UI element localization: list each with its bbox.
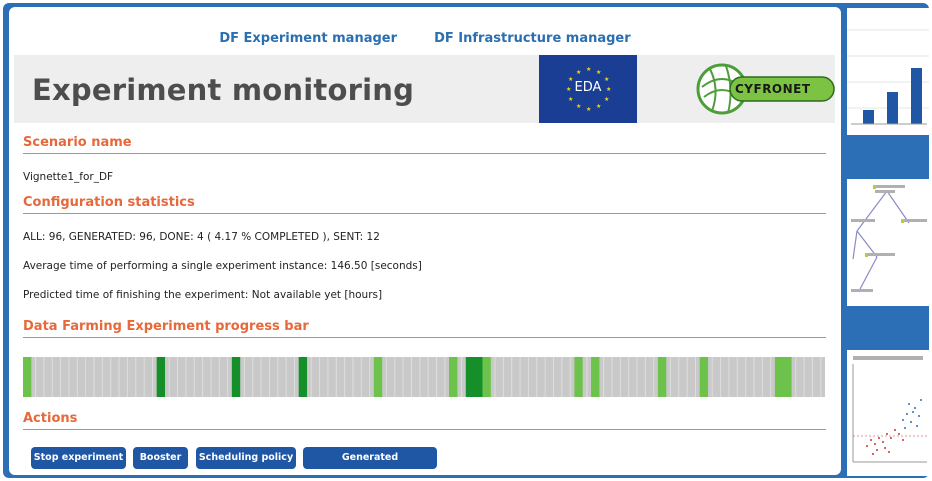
progress-bar	[23, 357, 825, 397]
nav-link-infrastructure-manager[interactable]: DF Infrastructure manager	[434, 31, 631, 46]
svg-text:★: ★	[576, 103, 581, 110]
progress-segment-done	[156, 357, 166, 397]
decision-tree-thumbnail-image	[851, 185, 927, 292]
main-panel: DF Experiment manager DF Infrastructure …	[9, 7, 841, 475]
progress-segment-done	[298, 357, 308, 397]
eda-logo: ★ ★ ★ ★ ★ ★ ★ ★ ★ ★ ★ ★ EDA	[539, 55, 637, 123]
thumbnail-decision-tree[interactable]	[847, 179, 929, 306]
progress-segment-sent	[699, 357, 709, 397]
nav-link-experiment-manager[interactable]: DF Experiment manager	[219, 31, 397, 46]
actions-heading: Actions	[23, 411, 826, 430]
svg-text:★: ★	[576, 69, 581, 76]
progress-segment-sent	[783, 357, 792, 397]
configuration-counts: ALL: 96, GENERATED: 96, DONE: 4 ( 4.17 %…	[23, 231, 380, 243]
configuration-heading: Configuration statistics	[23, 195, 826, 214]
average-time: Average time of performing a single expe…	[23, 260, 422, 272]
cyfronet-logo-text: CYFRONET	[735, 82, 811, 96]
progress-heading: Data Farming Experiment progress bar	[23, 319, 826, 338]
progress-segment-sent	[23, 357, 32, 397]
scenario-name: Vignette1_for_DF	[23, 171, 114, 183]
svg-text:★: ★	[568, 96, 573, 103]
progress-segment-done	[474, 357, 483, 397]
cyfronet-logo: CYFRONET	[690, 57, 836, 121]
top-navigation: DF Experiment manager DF Infrastructure …	[9, 27, 841, 46]
bar-chart-thumbnail-image	[847, 29, 929, 125]
booster-button[interactable]: Booster	[133, 447, 188, 469]
svg-text:★: ★	[586, 66, 591, 73]
svg-text:★: ★	[604, 96, 609, 103]
page-title: Experiment monitoring	[32, 73, 415, 107]
page-header: Experiment monitoring ★ ★ ★ ★ ★ ★ ★ ★ ★ …	[14, 55, 835, 123]
progress-segment-done	[465, 357, 475, 397]
progress-segment-sent	[373, 357, 383, 397]
progress-segment-sent	[591, 357, 600, 397]
scheduling-policy-button[interactable]: Scheduling policy	[196, 447, 296, 469]
svg-text:★: ★	[596, 103, 601, 110]
scatter-plot-thumbnail-image	[852, 356, 927, 463]
svg-text:★: ★	[586, 106, 591, 113]
thumbnail-scatter-plot[interactable]	[847, 350, 929, 476]
thumbnail-bar-chart[interactable]	[847, 8, 929, 135]
eda-logo-text: EDA	[574, 80, 602, 95]
stop-experiment-button[interactable]: Stop experiment	[31, 447, 126, 469]
progress-segment-sent	[574, 357, 584, 397]
scenario-heading: Scenario name	[23, 135, 826, 154]
svg-text:★: ★	[596, 69, 601, 76]
predicted-time: Predicted time of finishing the experime…	[23, 289, 383, 301]
progress-segment-done	[231, 357, 241, 397]
progress-segment-sent	[774, 357, 784, 397]
progress-segment-sent	[449, 357, 458, 397]
generated-configurations-button[interactable]: Generated configurations	[303, 447, 437, 475]
progress-segment-sent	[482, 357, 492, 397]
progress-segment-sent	[657, 357, 667, 397]
